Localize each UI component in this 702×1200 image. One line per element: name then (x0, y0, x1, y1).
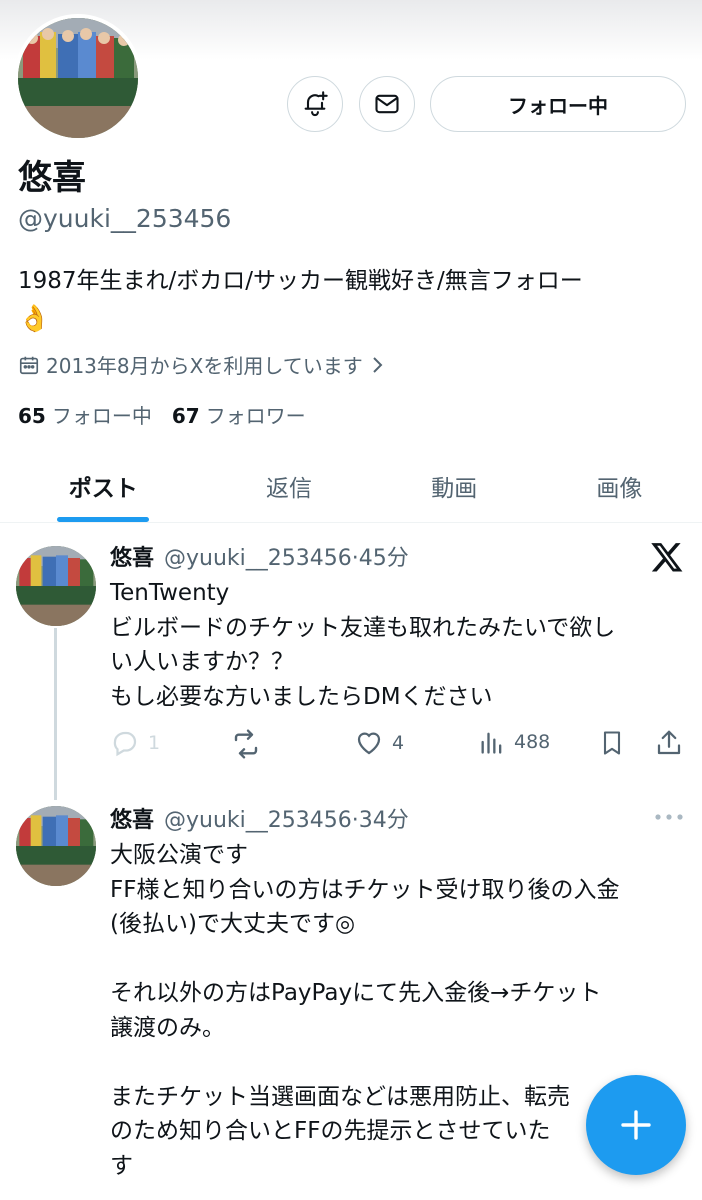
follow-counts: 65 フォロー中 67 フォロワー (18, 400, 306, 429)
views-icon (478, 728, 506, 756)
bookmark-icon (598, 728, 626, 758)
more-dots-icon[interactable] (654, 812, 684, 822)
ok-hand-emoji: 👌 (18, 304, 51, 334)
tab-videos[interactable]: 動画 (372, 450, 537, 522)
tweet-avatar[interactable] (16, 546, 96, 626)
heart-icon (354, 728, 384, 758)
bookmark-button[interactable] (598, 728, 626, 758)
reply-icon (110, 728, 140, 758)
reply-button[interactable]: 1 (110, 728, 160, 758)
tweet-author-handle[interactable]: @yuuki__253456 (164, 808, 352, 833)
tweet-author-name[interactable]: 悠喜 (110, 808, 154, 833)
following-link[interactable]: 65 フォロー中 (18, 400, 152, 429)
reply-count: 1 (148, 732, 161, 754)
compose-button[interactable] (586, 1075, 686, 1175)
thread-line (54, 628, 57, 800)
chevron-right-icon (369, 354, 387, 376)
like-count: 4 (392, 732, 405, 754)
followers-label: フォロワー (205, 404, 306, 428)
x-logo-icon (650, 540, 684, 574)
retweet-button[interactable] (230, 728, 262, 760)
plus-icon (619, 1108, 653, 1142)
notify-button[interactable] (287, 76, 343, 132)
tweet-body: TenTwenty ビルボードのチケット友達も取れたみたいで欲し い人いますか？… (110, 580, 616, 710)
tweet-time[interactable]: ·34分 (352, 808, 409, 833)
following-button[interactable]: フォロー中 (430, 76, 686, 132)
display-name: 悠喜 (18, 158, 86, 198)
view-count: 488 (514, 731, 551, 753)
tweet-actions: 1 4 488 (110, 728, 690, 764)
followers-link[interactable]: 67 フォロワー (172, 400, 306, 429)
like-button[interactable]: 4 (354, 728, 404, 758)
profile-avatar[interactable] (14, 14, 142, 142)
message-button[interactable] (359, 76, 415, 132)
profile-bio: 1987年生まれ/ボカロ/サッカー観戦好き/無言フォロー 👌 (18, 262, 688, 339)
join-date-text: 2013年8月からXを利用しています (46, 354, 363, 378)
user-handle: @yuuki__253456 (18, 204, 232, 233)
share-icon (654, 728, 684, 758)
following-label: フォロー中 (51, 404, 152, 428)
tab-replies[interactable]: 返信 (206, 450, 371, 522)
bio-text: 1987年生まれ/ボカロ/サッカー観戦好き/無言フォロー (18, 268, 583, 294)
tweet-author-handle[interactable]: @yuuki__253456 (164, 546, 352, 571)
share-button[interactable] (654, 728, 684, 758)
tab-images[interactable]: 画像 (537, 450, 702, 522)
tweet-header: 悠喜 @yuuki__253456·34分 (110, 802, 409, 834)
views-button[interactable]: 488 (478, 728, 550, 756)
tweet-header: 悠喜 @yuuki__253456·45分 (110, 540, 409, 572)
followers-count: 67 (171, 404, 200, 428)
envelope-icon (373, 90, 401, 118)
calendar-icon (18, 354, 40, 376)
following-count: 65 (18, 404, 46, 428)
join-date-row[interactable]: 2013年8月からXを利用しています (18, 350, 387, 379)
tweet-avatar[interactable] (16, 806, 96, 886)
profile-tabs: ポスト 返信 動画 画像 (0, 450, 702, 523)
tweet-author-name[interactable]: 悠喜 (110, 546, 154, 571)
tweet-time[interactable]: ·45分 (352, 546, 409, 571)
bell-plus-icon (301, 90, 329, 118)
retweet-icon (230, 728, 262, 760)
tab-posts[interactable]: ポスト (0, 450, 206, 522)
